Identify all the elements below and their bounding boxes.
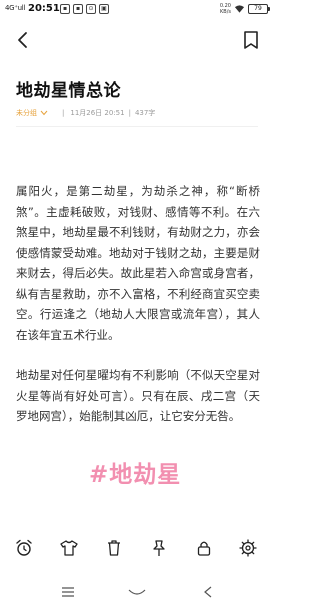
delete-button[interactable] bbox=[104, 538, 124, 558]
notification-icon: ▪ bbox=[60, 4, 70, 14]
menu-button[interactable] bbox=[58, 583, 78, 597]
notification-icon: ⊙ bbox=[86, 4, 96, 14]
system-nav-bar bbox=[0, 578, 274, 600]
notification-icons: ▪ ▪ ⊙ ▣ bbox=[60, 4, 109, 14]
back-button[interactable] bbox=[12, 29, 34, 51]
signal-indicator: 4G⁺ull bbox=[5, 4, 26, 12]
alarm-clock-icon bbox=[16, 539, 32, 556]
bookmark-button[interactable] bbox=[240, 29, 262, 51]
hashtag-tag[interactable]: #地劫星 bbox=[89, 455, 181, 489]
note-title[interactable]: 地劫星情总论 bbox=[16, 76, 121, 101]
bookmark-icon bbox=[244, 31, 258, 49]
meta-separator: | bbox=[128, 109, 131, 117]
menu-icon bbox=[62, 587, 74, 597]
bottom-toolbar bbox=[0, 532, 274, 564]
trash-icon bbox=[108, 540, 120, 556]
note-date: 11月26日 20:51 bbox=[70, 109, 125, 117]
status-right: 0.20 KB/s 79 bbox=[219, 3, 270, 15]
category-selector[interactable]: 未分组 bbox=[16, 108, 48, 118]
note-meta: 未分组 | 11月26日 20:51 | 437字 bbox=[16, 108, 155, 118]
notification-icon: ▪ bbox=[73, 4, 83, 14]
category-label: 未分组 bbox=[16, 109, 37, 117]
tshirt-icon bbox=[60, 540, 78, 556]
reminder-button[interactable] bbox=[14, 538, 34, 558]
top-bar bbox=[0, 25, 274, 55]
pin-icon bbox=[153, 540, 165, 556]
status-bar: 4G⁺ull 20:51 ▪ ▪ ⊙ ▣ 0.20 KB/s 79 bbox=[0, 0, 274, 20]
settings-icon bbox=[239, 539, 257, 557]
chevron-down-icon bbox=[40, 110, 48, 116]
divider bbox=[16, 126, 258, 127]
status-time: 20:51 bbox=[28, 3, 60, 14]
network-speed: 0.20 KB/s bbox=[219, 3, 231, 15]
chevron-left-icon bbox=[18, 32, 27, 48]
lock-button[interactable] bbox=[194, 538, 214, 558]
pin-button[interactable] bbox=[149, 538, 169, 558]
meta-separator: | bbox=[62, 109, 65, 117]
wifi-icon bbox=[234, 5, 245, 13]
word-count: 437字 bbox=[134, 109, 156, 117]
home-button[interactable] bbox=[127, 583, 147, 595]
home-icon bbox=[128, 589, 146, 595]
paragraph: 属阳火，是第二劫星，为劫杀之神，称“断桥煞”。主虚耗破败，对钱财、感情等不利。在… bbox=[16, 184, 260, 342]
lock-icon bbox=[197, 541, 211, 556]
paragraph: 地劫星对任何星曜均有不利影响（不似天空星对火星等尚有好处可言）。只有在辰、戌二宫… bbox=[16, 368, 260, 423]
battery-indicator: 79 bbox=[248, 4, 270, 14]
settings-button[interactable] bbox=[238, 538, 258, 558]
skin-button[interactable] bbox=[59, 538, 79, 558]
notification-icon: ▣ bbox=[99, 4, 109, 14]
back-icon bbox=[204, 586, 212, 598]
nav-back-button[interactable] bbox=[198, 583, 218, 598]
note-body[interactable]: 属阳火，是第二劫星，为劫杀之神，称“断桥煞”。主虚耗破败，对钱财、感情等不利。在… bbox=[16, 181, 260, 447]
